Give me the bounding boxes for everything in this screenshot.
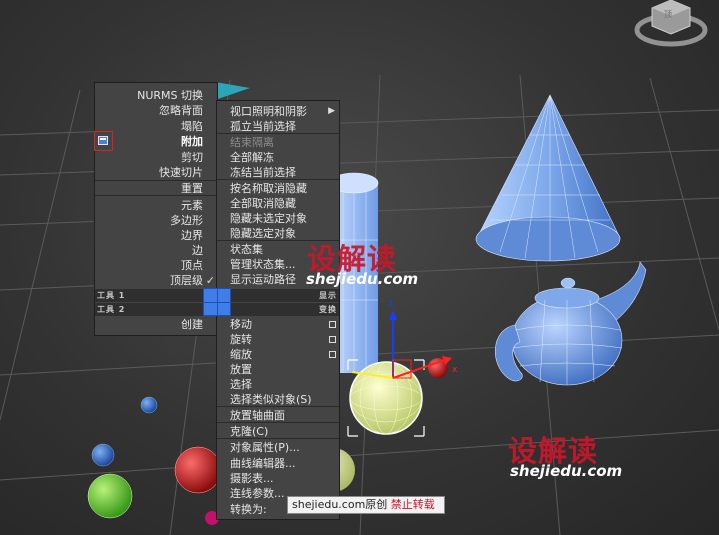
quad-right-transform-item-5[interactable]: 选择类似对象(S) (217, 392, 339, 407)
quad-right-item-2[interactable]: 结束隔离 (217, 135, 339, 150)
quad-menu-left: NURMS 切换 忽略背面 塌陷 附加 剪切 快速切片 重置 元素 多边形 边界边顶点 顶层级 ✓ 工具… (94, 82, 218, 336)
quad-right-transform-item-2[interactable]: 缩放 (217, 347, 339, 362)
quad-header-tool1: 工具 1 (95, 289, 203, 302)
quad-left-item-create[interactable]: 创建 (95, 317, 217, 332)
quad-right-transform-item-6[interactable]: 放置轴曲面 (217, 408, 339, 423)
quad-left-item-9[interactable]: 边界 (95, 228, 217, 243)
quad-right-item-7[interactable]: 隐藏未选定对象 (217, 211, 339, 226)
footer-site: shejiedu.com原创 (292, 498, 388, 511)
quad-right-item-1[interactable]: 孤立当前选择 (217, 119, 339, 134)
quad-left-item-3[interactable]: 附加 (95, 134, 217, 149)
quad-right-item-5[interactable]: 按名称取消隐藏 (217, 181, 339, 196)
settings-box-icon[interactable] (329, 351, 336, 358)
watermark-domain-right: shejiedu.com (510, 462, 623, 480)
quad-right-item-4[interactable]: 冻结当前选择 (217, 165, 339, 180)
quad-left-item-1[interactable]: 忽略背面 (95, 103, 217, 118)
viewcube-icon (634, 0, 708, 47)
quad-header-tool2: 工具 2 (95, 303, 203, 316)
quad-left-item-8[interactable]: 多边形 (95, 213, 217, 228)
quad-right-transform-item-1[interactable]: 旋转 (217, 332, 339, 347)
quad-left-item-10[interactable]: 边 (95, 243, 217, 258)
quad-right-separator (217, 422, 339, 423)
quad-right-transform-item-3[interactable]: 放置 (217, 362, 339, 377)
quad-left-item-5[interactable]: 快速切片 (95, 165, 217, 180)
quad-left-item-0[interactable]: NURMS 切换 (95, 88, 217, 103)
quad-right-item-3[interactable]: 全部解冻 (217, 150, 339, 165)
quad-right-transform-item-4[interactable]: 选择 (217, 377, 339, 392)
quad-right-separator (217, 179, 339, 180)
quad-left-item-2[interactable]: 塌陷 (95, 119, 217, 134)
quad-right-transform-item-7[interactable]: 克隆(C) (217, 424, 339, 439)
quad-left-separator (95, 195, 217, 196)
settings-box-icon[interactable] (329, 336, 336, 343)
quad-left-item-11[interactable]: 顶点 (95, 258, 217, 273)
checkmark-icon: ✓ (205, 274, 215, 287)
quad-right-separator (217, 406, 339, 407)
quad-right-item-6[interactable]: 全部取消隐藏 (217, 196, 339, 211)
watermark-footer: shejiedu.com原创 禁止转载 (287, 496, 445, 514)
attach-icon (98, 136, 108, 145)
quad-right-separator (217, 438, 339, 439)
sphere-green (87, 473, 133, 519)
quad-right-transform-item-9[interactable]: 曲线编辑器... (217, 456, 339, 471)
svg-text:z: z (388, 299, 393, 309)
quad-left-item-12[interactable]: 顶层级 ✓ (95, 273, 217, 288)
quad-left-item-6[interactable]: 重置 (95, 181, 217, 196)
quad-menu-right: 视口照明和阴影 ▶ 孤立当前选择 结束隔离 全部解冻 冻结当前选择 按名称取消隐藏 全部取消隐… (216, 100, 340, 520)
quad-right-item-0[interactable]: 视口照明和阴影 ▶ (217, 104, 339, 119)
quad-right-transform-item-10[interactable]: 摄影表... (217, 471, 339, 486)
watermark-domain-center: shejiedu.com (306, 270, 419, 288)
quad-header-display: 显示 (231, 289, 339, 302)
teapot-object (495, 261, 647, 386)
quad-center-square[interactable] (203, 288, 231, 316)
quad-header-transform: 变换 (231, 303, 339, 316)
svg-text:x: x (452, 365, 458, 375)
viewcube-label[interactable]: 顶 (664, 9, 672, 20)
cone-object (475, 94, 621, 262)
footer-warning: 禁止转载 (390, 498, 435, 511)
settings-box-icon[interactable] (329, 321, 336, 328)
quad-right-transform-item-8[interactable]: 对象属性(P)... (217, 440, 339, 455)
quad-left-separator (95, 180, 217, 181)
quad-left-item-4[interactable]: 剪切 (95, 150, 217, 165)
sphere-blue-small (140, 396, 158, 414)
quad-right-transform-item-0[interactable]: 移动 (217, 317, 339, 332)
sphere-red (174, 446, 222, 494)
quad-left-item-7[interactable]: 元素 (95, 198, 217, 213)
box-object (215, 82, 250, 100)
quad-right-separator (217, 133, 339, 134)
submenu-arrow-icon: ▶ (328, 106, 335, 116)
sphere-blue (91, 443, 115, 467)
attach-icon-highlight (94, 131, 113, 151)
